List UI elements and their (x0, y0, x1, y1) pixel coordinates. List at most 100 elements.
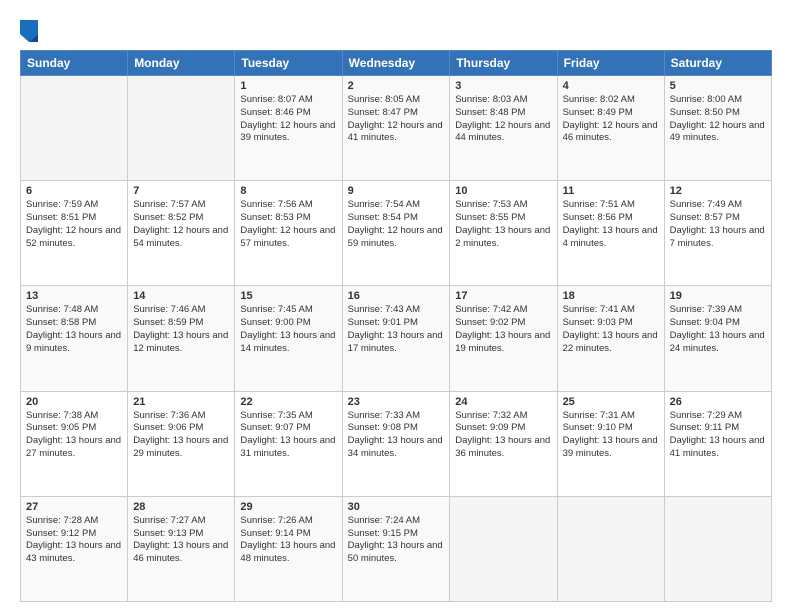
calendar-week-row: 6 Sunrise: 7:59 AMSunset: 8:51 PMDaylight… (21, 181, 772, 286)
calendar-week-row: 20Sunrise: 7:38 AMSunset: 9:05 PMDayligh… (21, 391, 772, 496)
calendar-header: SundayMondayTuesdayWednesdayThursdayFrid… (21, 51, 772, 76)
calendar-cell: 21 Sunrise: 7:36 AMSunset: 9:06 PMDayligh… (128, 391, 235, 496)
day-info: Sunrise: 7:51 AMSunset: 8:56 PMDaylight:… (563, 199, 659, 250)
day-info: Sunrise: 7:27 AMSunset: 9:13 PMDaylight:… (133, 515, 229, 566)
day-info: Sunrise: 8:03 AMSunset: 8:48 PMDaylight:… (455, 94, 551, 145)
day-info: Sunrise: 8:07 AMSunset: 8:46 PMDaylight:… (240, 94, 336, 145)
calendar-week-row: 1 Sunrise: 8:07 AMSunset: 8:46 PMDaylight… (21, 76, 772, 181)
weekday-header: Sunday (21, 51, 128, 76)
day-info: Sunrise: 7:32 AMSunset: 9:09 PMDaylight:… (455, 410, 551, 461)
day-info: Sunrise: 7:41 AMSunset: 9:03 PMDaylight:… (563, 304, 659, 355)
day-info: Sunrise: 7:24 AMSunset: 9:15 PMDaylight:… (348, 515, 445, 566)
day-info: Sunrise: 7:53 AMSunset: 8:55 PMDaylight:… (455, 199, 551, 250)
calendar-cell: 10 Sunrise: 7:53 AMSunset: 8:55 PMDayligh… (450, 181, 557, 286)
day-number: 18 (563, 290, 659, 302)
day-info: Sunrise: 7:49 AMSunset: 8:57 PMDaylight:… (670, 199, 766, 250)
day-info: Sunrise: 7:45 AMSunset: 9:00 PMDaylight:… (240, 304, 336, 355)
day-info: Sunrise: 8:05 AMSunset: 8:47 PMDaylight:… (348, 94, 445, 145)
calendar-cell: 25 Sunrise: 7:31 AMSunset: 9:10 PMDayligh… (557, 391, 664, 496)
day-info: Sunrise: 8:02 AMSunset: 8:49 PMDaylight:… (563, 94, 659, 145)
weekday-header: Saturday (664, 51, 771, 76)
day-number: 25 (563, 396, 659, 408)
calendar-cell (664, 496, 771, 601)
day-info: Sunrise: 7:46 AMSunset: 8:59 PMDaylight:… (133, 304, 229, 355)
day-info: Sunrise: 7:39 AMSunset: 9:04 PMDaylight:… (670, 304, 766, 355)
weekday-header: Tuesday (235, 51, 342, 76)
calendar-week-row: 13 Sunrise: 7:48 AMSunset: 8:58 PMDayligh… (21, 286, 772, 391)
header-row: SundayMondayTuesdayWednesdayThursdayFrid… (21, 51, 772, 76)
calendar-cell: 20Sunrise: 7:38 AMSunset: 9:05 PMDayligh… (21, 391, 128, 496)
day-info: Sunrise: 7:28 AMSunset: 9:12 PMDaylight:… (26, 515, 122, 566)
day-number: 29 (240, 501, 336, 513)
day-info: Sunrise: 7:54 AMSunset: 8:54 PMDaylight:… (348, 199, 445, 250)
calendar-cell: 1 Sunrise: 8:07 AMSunset: 8:46 PMDaylight… (235, 76, 342, 181)
calendar-cell: 26 Sunrise: 7:29 AMSunset: 9:11 PMDayligh… (664, 391, 771, 496)
calendar-cell: 9 Sunrise: 7:54 AMSunset: 8:54 PMDaylight… (342, 181, 450, 286)
logo (20, 18, 42, 42)
calendar-week-row: 27 Sunrise: 7:28 AMSunset: 9:12 PMDayligh… (21, 496, 772, 601)
calendar-cell: 18 Sunrise: 7:41 AMSunset: 9:03 PMDayligh… (557, 286, 664, 391)
day-number: 12 (670, 185, 766, 197)
calendar: SundayMondayTuesdayWednesdayThursdayFrid… (20, 50, 772, 602)
calendar-cell: 29 Sunrise: 7:26 AMSunset: 9:14 PMDayligh… (235, 496, 342, 601)
day-number: 28 (133, 501, 229, 513)
calendar-cell: 16 Sunrise: 7:43 AMSunset: 9:01 PMDayligh… (342, 286, 450, 391)
day-number: 16 (348, 290, 445, 302)
calendar-cell: 17Sunrise: 7:42 AMSunset: 9:02 PMDayligh… (450, 286, 557, 391)
day-info: Sunrise: 7:42 AMSunset: 9:02 PMDaylight:… (455, 304, 551, 355)
calendar-cell: 24 Sunrise: 7:32 AMSunset: 9:09 PMDayligh… (450, 391, 557, 496)
day-number: 4 (563, 80, 659, 92)
header (20, 18, 772, 42)
day-number: 5 (670, 80, 766, 92)
calendar-cell: 12 Sunrise: 7:49 AMSunset: 8:57 PMDayligh… (664, 181, 771, 286)
calendar-cell (450, 496, 557, 601)
day-number: 9 (348, 185, 445, 197)
day-info: Sunrise: 7:26 AMSunset: 9:14 PMDaylight:… (240, 515, 336, 566)
day-info: Sunrise: 7:57 AMSunset: 8:52 PMDaylight:… (133, 199, 229, 250)
calendar-cell: 15 Sunrise: 7:45 AMSunset: 9:00 PMDayligh… (235, 286, 342, 391)
day-number: 14 (133, 290, 229, 302)
weekday-header: Monday (128, 51, 235, 76)
day-number: 30 (348, 501, 445, 513)
calendar-cell: 3 Sunrise: 8:03 AMSunset: 8:48 PMDaylight… (450, 76, 557, 181)
weekday-header: Wednesday (342, 51, 450, 76)
calendar-cell: 11Sunrise: 7:51 AMSunset: 8:56 PMDayligh… (557, 181, 664, 286)
day-number: 21 (133, 396, 229, 408)
calendar-cell: 4 Sunrise: 8:02 AMSunset: 8:49 PMDaylight… (557, 76, 664, 181)
calendar-cell: 30 Sunrise: 7:24 AMSunset: 9:15 PMDayligh… (342, 496, 450, 601)
calendar-body: 1 Sunrise: 8:07 AMSunset: 8:46 PMDaylight… (21, 76, 772, 602)
calendar-cell: 2Sunrise: 8:05 AMSunset: 8:47 PMDaylight… (342, 76, 450, 181)
day-number: 3 (455, 80, 551, 92)
day-info: Sunrise: 7:36 AMSunset: 9:06 PMDaylight:… (133, 410, 229, 461)
day-number: 22 (240, 396, 336, 408)
day-number: 1 (240, 80, 336, 92)
day-info: Sunrise: 7:31 AMSunset: 9:10 PMDaylight:… (563, 410, 659, 461)
day-info: Sunrise: 7:35 AMSunset: 9:07 PMDaylight:… (240, 410, 336, 461)
calendar-cell: 6 Sunrise: 7:59 AMSunset: 8:51 PMDaylight… (21, 181, 128, 286)
weekday-header: Thursday (450, 51, 557, 76)
calendar-cell (557, 496, 664, 601)
day-number: 26 (670, 396, 766, 408)
logo-icon (20, 20, 38, 42)
day-number: 7 (133, 185, 229, 197)
day-info: Sunrise: 7:29 AMSunset: 9:11 PMDaylight:… (670, 410, 766, 461)
day-info: Sunrise: 7:48 AMSunset: 8:58 PMDaylight:… (26, 304, 122, 355)
day-number: 19 (670, 290, 766, 302)
day-info: Sunrise: 7:59 AMSunset: 8:51 PMDaylight:… (26, 199, 122, 250)
calendar-cell: 7 Sunrise: 7:57 AMSunset: 8:52 PMDaylight… (128, 181, 235, 286)
day-number: 20 (26, 396, 122, 408)
day-number: 27 (26, 501, 122, 513)
calendar-cell (128, 76, 235, 181)
day-number: 24 (455, 396, 551, 408)
calendar-cell: 22 Sunrise: 7:35 AMSunset: 9:07 PMDayligh… (235, 391, 342, 496)
calendar-cell (21, 76, 128, 181)
day-info: Sunrise: 7:43 AMSunset: 9:01 PMDaylight:… (348, 304, 445, 355)
calendar-cell: 19 Sunrise: 7:39 AMSunset: 9:04 PMDayligh… (664, 286, 771, 391)
page: SundayMondayTuesdayWednesdayThursdayFrid… (0, 0, 792, 612)
calendar-cell: 28 Sunrise: 7:27 AMSunset: 9:13 PMDayligh… (128, 496, 235, 601)
day-number: 13 (26, 290, 122, 302)
day-info: Sunrise: 7:56 AMSunset: 8:53 PMDaylight:… (240, 199, 336, 250)
day-number: 15 (240, 290, 336, 302)
day-number: 10 (455, 185, 551, 197)
day-number: 6 (26, 185, 122, 197)
